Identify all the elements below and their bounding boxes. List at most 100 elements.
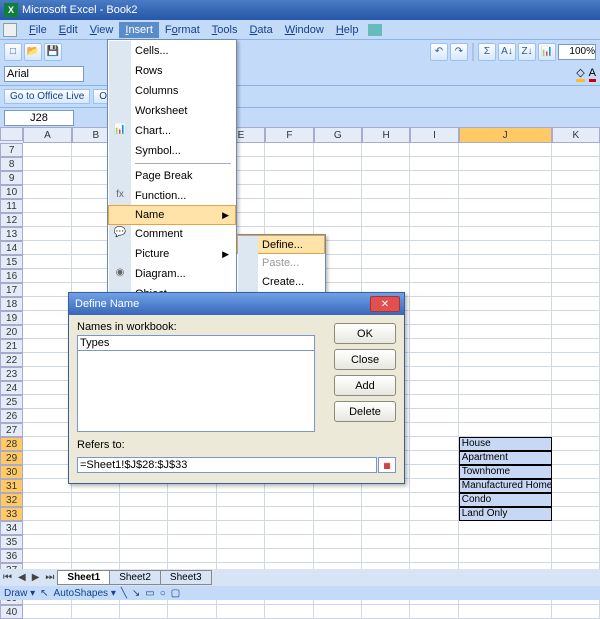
cell[interactable]	[314, 157, 362, 171]
chart-icon[interactable]: 📊	[538, 43, 556, 61]
cell[interactable]	[265, 199, 313, 213]
cell[interactable]	[23, 143, 71, 157]
ok-button[interactable]: OK	[334, 323, 396, 344]
row-header[interactable]: 12	[0, 213, 23, 227]
cell[interactable]	[459, 367, 552, 381]
name-box[interactable]	[4, 110, 74, 126]
cell[interactable]	[168, 493, 216, 507]
cell[interactable]	[23, 409, 71, 423]
cell[interactable]	[362, 171, 410, 185]
cell[interactable]	[459, 171, 552, 185]
row-header[interactable]: 26	[0, 409, 23, 423]
font-input[interactable]	[4, 66, 84, 82]
cell[interactable]	[410, 339, 458, 353]
cell[interactable]	[265, 171, 313, 185]
cell[interactable]	[552, 493, 600, 507]
cell[interactable]	[410, 157, 458, 171]
row-header[interactable]: 10	[0, 185, 23, 199]
cell[interactable]	[362, 493, 410, 507]
cell[interactable]	[410, 381, 458, 395]
tab-nav-first-icon[interactable]: ⏮	[0, 572, 15, 583]
open-icon[interactable]: 📂	[24, 43, 42, 61]
cell[interactable]	[314, 143, 362, 157]
cell[interactable]	[552, 353, 600, 367]
cell[interactable]	[410, 521, 458, 535]
refers-to-input[interactable]	[77, 457, 377, 473]
undo-icon[interactable]: ↶	[430, 43, 448, 61]
cell[interactable]	[23, 521, 71, 535]
cell[interactable]	[265, 213, 313, 227]
sort-desc-icon[interactable]: Z↓	[518, 43, 536, 61]
menu-data[interactable]: Data	[243, 22, 278, 38]
cell[interactable]	[168, 521, 216, 535]
cell[interactable]	[362, 535, 410, 549]
cell[interactable]	[410, 507, 458, 521]
cell[interactable]	[314, 171, 362, 185]
sheet-tab-3[interactable]: Sheet3	[160, 570, 212, 585]
cell[interactable]	[23, 605, 71, 619]
menu-format[interactable]: Format	[159, 22, 206, 38]
cell[interactable]	[552, 437, 600, 451]
cell[interactable]	[362, 269, 410, 283]
row-header[interactable]: 24	[0, 381, 23, 395]
row-header[interactable]: 16	[0, 269, 23, 283]
cell[interactable]	[23, 241, 71, 255]
window-icon[interactable]	[3, 23, 17, 37]
cell[interactable]	[314, 507, 362, 521]
cell[interactable]	[410, 353, 458, 367]
menu-worksheet[interactable]: Worksheet	[109, 101, 235, 121]
row-header[interactable]: 36	[0, 549, 23, 563]
zoom-input[interactable]	[558, 44, 596, 60]
cell[interactable]	[552, 367, 600, 381]
menu-symbol[interactable]: Symbol...	[109, 141, 235, 161]
cell[interactable]	[314, 535, 362, 549]
cell[interactable]	[23, 465, 71, 479]
cell[interactable]	[23, 367, 71, 381]
cell[interactable]	[410, 297, 458, 311]
cell[interactable]	[410, 325, 458, 339]
cell[interactable]	[552, 339, 600, 353]
new-icon[interactable]: □	[4, 43, 22, 61]
cell[interactable]	[23, 185, 71, 199]
arrow-icon[interactable]: ↘	[132, 588, 140, 599]
cell[interactable]	[410, 465, 458, 479]
cell[interactable]	[23, 269, 71, 283]
cell[interactable]	[23, 199, 71, 213]
row-header[interactable]: 9	[0, 171, 23, 185]
cell[interactable]	[362, 255, 410, 269]
cell[interactable]	[459, 535, 552, 549]
cell[interactable]	[459, 423, 552, 437]
cell[interactable]	[552, 325, 600, 339]
cell[interactable]	[552, 381, 600, 395]
cell[interactable]	[23, 227, 71, 241]
sheet-tab-1[interactable]: Sheet1	[57, 570, 110, 585]
menu-cells[interactable]: Cells...	[109, 41, 235, 61]
go-to-office-live-button[interactable]: Go to Office Live	[4, 89, 90, 104]
cell[interactable]	[23, 255, 71, 269]
redo-icon[interactable]: ↷	[450, 43, 468, 61]
dialog-titlebar[interactable]: Define Name ✕	[69, 293, 404, 315]
row-header[interactable]: 25	[0, 395, 23, 409]
row-header[interactable]: 27	[0, 423, 23, 437]
col-a[interactable]: A	[23, 127, 71, 143]
cell[interactable]	[552, 521, 600, 535]
cell[interactable]	[410, 549, 458, 563]
cell[interactable]	[459, 227, 552, 241]
cell[interactable]	[265, 157, 313, 171]
cell[interactable]	[72, 493, 120, 507]
row-header[interactable]: 11	[0, 199, 23, 213]
cell[interactable]	[23, 171, 71, 185]
cell[interactable]	[217, 605, 265, 619]
menu-insert[interactable]: Insert	[119, 22, 159, 38]
tab-nav-last-icon[interactable]: ⏭	[42, 572, 57, 583]
cell[interactable]	[23, 423, 71, 437]
cell[interactable]	[23, 535, 71, 549]
row-header[interactable]: 40	[0, 605, 23, 619]
cell[interactable]	[314, 493, 362, 507]
cell[interactable]	[410, 479, 458, 493]
cell[interactable]	[552, 535, 600, 549]
menu-comment[interactable]: 💬Comment	[109, 224, 235, 244]
row-header[interactable]: 8	[0, 157, 23, 171]
cell[interactable]	[314, 185, 362, 199]
row-header[interactable]: 15	[0, 255, 23, 269]
